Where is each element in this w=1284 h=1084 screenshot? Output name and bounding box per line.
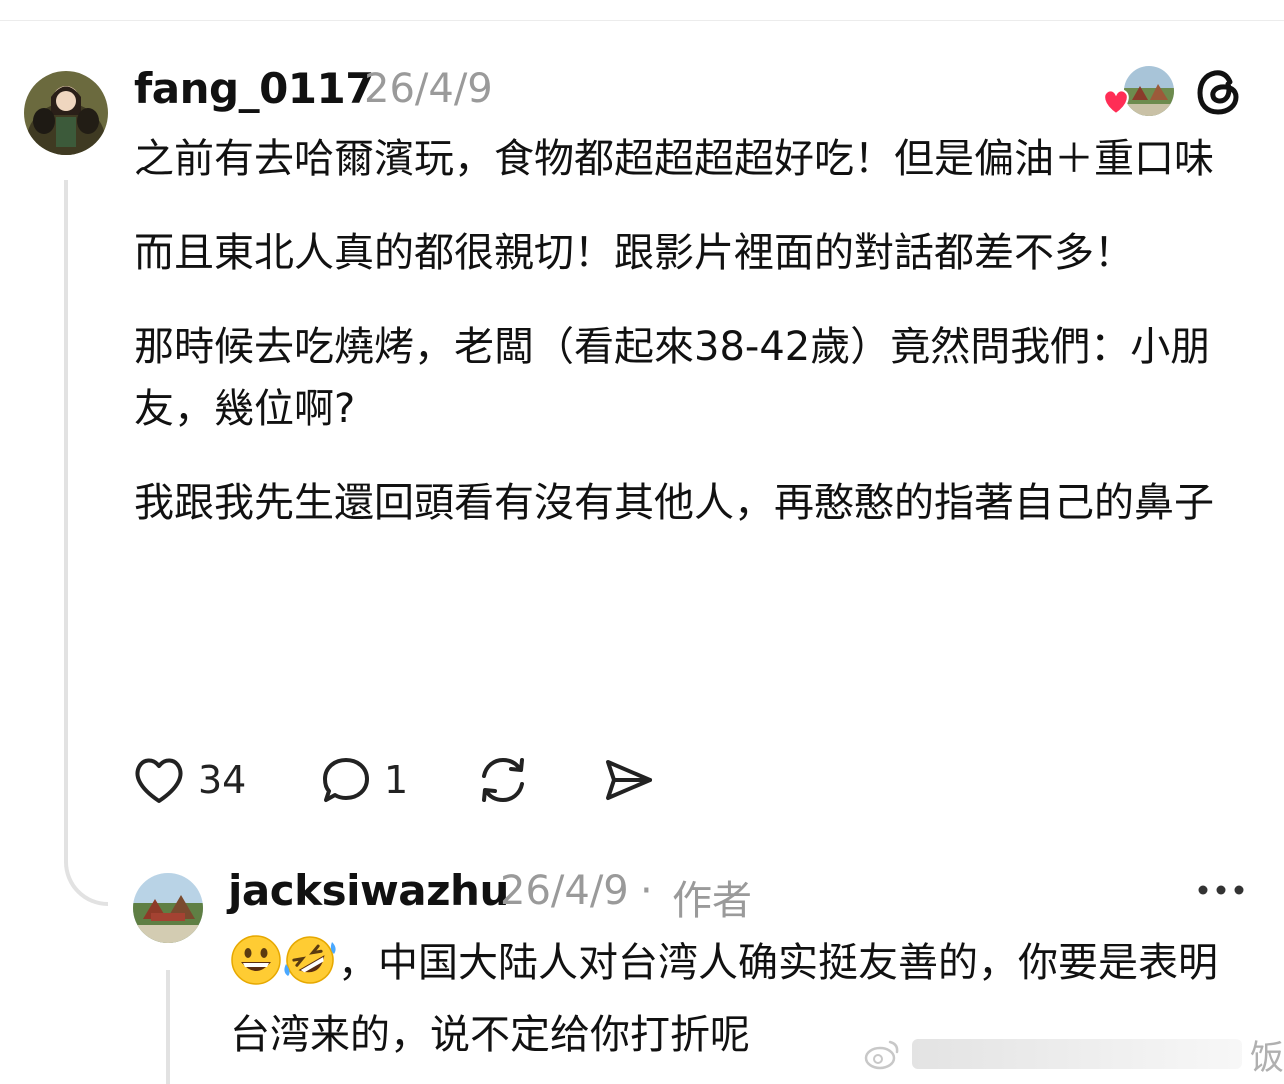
- reply-date: 26/4/9: [500, 868, 629, 914]
- reply-username[interactable]: jacksiwazhu: [228, 866, 509, 915]
- repost-button[interactable]: [476, 752, 530, 808]
- send-icon: [606, 760, 652, 800]
- heart-icon: [1100, 86, 1132, 116]
- grinning-face-emoji: [230, 934, 282, 1004]
- post-paragraph: 之前有去哈爾濱玩，食物都超超超超好吃！但是偏油＋重口味: [134, 136, 1214, 182]
- share-button[interactable]: [602, 752, 656, 808]
- watermark-text: 饭: [1250, 1037, 1284, 1078]
- post-date: 26/4/9: [364, 66, 493, 112]
- threads-logo-icon[interactable]: [1194, 66, 1246, 118]
- meta-separator: ·: [640, 868, 653, 914]
- post-paragraph: 而且東北人真的都很親切！跟影片裡面的對話都差不多！: [134, 230, 1134, 276]
- post-paragraph: 那時候去吃燒烤，老闆（看起來38-42歲）竟然問我們：小朋友，幾位啊?: [134, 324, 1211, 432]
- reply-avatar[interactable]: [133, 873, 203, 943]
- watermark: 饭: [862, 1030, 1284, 1078]
- post-paragraph: 我跟我先生還回頭看有沒有其他人，再憨憨的指著自己的鼻子: [134, 480, 1214, 526]
- avatar[interactable]: [24, 71, 108, 155]
- heart-outline-icon: [135, 758, 183, 803]
- watermark-blur: [912, 1039, 1242, 1069]
- reply-thread-line: [166, 970, 170, 1084]
- weibo-logo-icon: [864, 1040, 899, 1070]
- rolling-on-floor-laughing-emoji: [282, 934, 338, 1004]
- post-username[interactable]: fang_0117: [134, 64, 374, 113]
- reply-button[interactable]: 1: [320, 752, 408, 808]
- top-divider: [0, 20, 1284, 21]
- repost-icon: [482, 757, 524, 803]
- speech-bubble-icon: [323, 758, 369, 802]
- ellipsis-icon[interactable]: [1196, 880, 1246, 900]
- author-badge: 作者: [672, 878, 752, 924]
- post-body: 之前有去哈爾濱玩，食物都超超超超好吃！但是偏油＋重口味 而且東北人真的都很親切！…: [134, 128, 1254, 566]
- reply-count: 1: [384, 758, 409, 802]
- liker-avatars[interactable]: [1100, 64, 1176, 118]
- thread-line: [64, 180, 108, 906]
- like-button[interactable]: 34: [132, 752, 246, 808]
- like-count: 34: [198, 758, 247, 802]
